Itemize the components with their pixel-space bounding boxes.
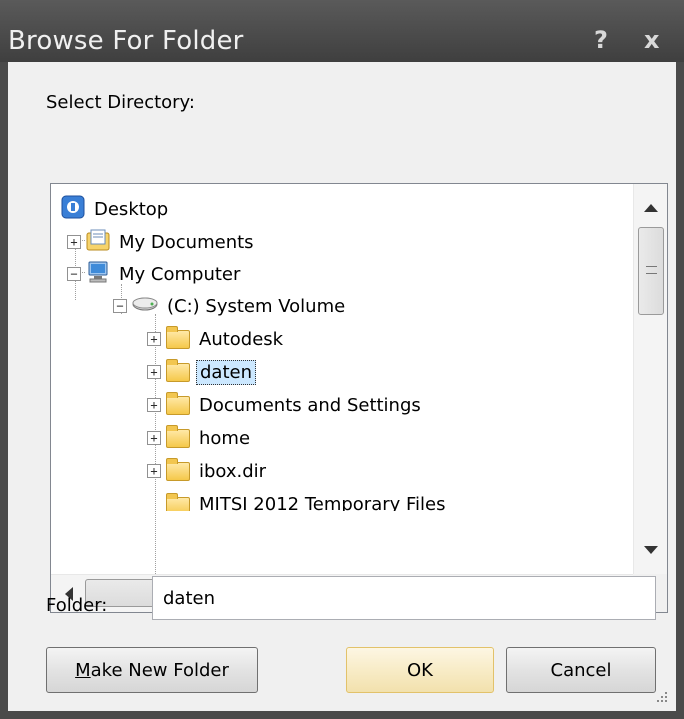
tree-item-label: (C:) System Volume	[167, 295, 346, 317]
tree-item-label: My Computer	[119, 263, 241, 285]
button-label: ake New Folder	[90, 659, 229, 681]
folder-icon	[166, 325, 190, 349]
tree-item-label-selected: daten	[196, 359, 256, 385]
expand-icon[interactable]: +	[147, 332, 161, 346]
drive-icon	[132, 295, 158, 318]
tree-item-label: ibox.dir	[199, 460, 267, 482]
tree-item-autodesk[interactable]: + Autodesk	[147, 324, 286, 354]
vertical-scrollbar[interactable]	[633, 184, 667, 574]
expand-icon[interactable]: +	[147, 365, 161, 379]
expand-icon[interactable]: +	[67, 235, 81, 249]
my-computer-icon	[86, 260, 110, 289]
folder-icon	[166, 391, 190, 415]
tree-item-mitsi-temporary-files[interactable]: + MITSI 2012 Temporary Files	[147, 489, 449, 511]
my-documents-icon	[86, 229, 110, 256]
grip-icon	[646, 266, 657, 274]
folder-label: Folder:	[46, 595, 108, 616]
title-bar[interactable]: Browse For Folder ? x	[0, 0, 684, 62]
folder-tree[interactable]: Desktop + My Documents − My Computer − (…	[50, 183, 668, 613]
dialog-body: Select Directory: Desktop + My Documents…	[8, 62, 676, 711]
tree-item-my-computer[interactable]: − My Computer	[67, 259, 243, 289]
tree-item-ibox-dir[interactable]: + ibox.dir	[147, 456, 269, 486]
desktop-icon	[61, 195, 85, 224]
ok-button[interactable]: OK	[346, 647, 494, 693]
tree-item-label: My Documents	[119, 231, 254, 253]
expand-icon[interactable]: +	[147, 464, 161, 478]
scroll-up-arrow-icon[interactable]	[644, 204, 658, 212]
tree-item-c-drive[interactable]: − (C:) System Volume	[113, 291, 348, 321]
folder-input[interactable]	[152, 576, 656, 620]
help-button[interactable]: ?	[594, 26, 608, 54]
tree-item-label: Documents and Settings	[199, 394, 421, 416]
expand-icon[interactable]: +	[147, 431, 161, 445]
tree-item-documents-and-settings[interactable]: + Documents and Settings	[147, 390, 424, 420]
folder-icon	[166, 424, 190, 448]
vertical-scroll-thumb[interactable]	[638, 227, 664, 315]
make-new-folder-button[interactable]: Make New Folder	[46, 647, 258, 693]
tree-item-my-documents[interactable]: + My Documents	[67, 227, 257, 257]
cancel-button[interactable]: Cancel	[506, 647, 656, 693]
select-directory-label: Select Directory:	[46, 92, 195, 113]
resize-grip-icon[interactable]	[654, 689, 668, 703]
tree-item-daten[interactable]: + daten	[147, 357, 256, 387]
tree-item-label: home	[199, 427, 251, 449]
tree-item-label: Autodesk	[199, 328, 284, 350]
expand-icon[interactable]: +	[147, 398, 161, 412]
scroll-down-arrow-icon[interactable]	[644, 546, 658, 554]
folder-icon	[166, 457, 190, 481]
folder-icon	[166, 493, 190, 511]
tree-item-label: MITSI 2012 Temporary Files	[199, 494, 446, 511]
collapse-icon[interactable]: −	[113, 299, 127, 313]
tree-item-label: Desktop	[94, 198, 169, 220]
dialog-title: Browse For Folder	[8, 26, 244, 56]
open-folder-icon	[166, 358, 190, 382]
mnemonic-letter: M	[75, 659, 91, 681]
collapse-icon[interactable]: −	[67, 267, 81, 281]
tree-item-home[interactable]: + home	[147, 423, 253, 453]
tree-item-desktop[interactable]: Desktop	[61, 194, 171, 224]
close-button[interactable]: x	[644, 26, 659, 54]
browse-for-folder-dialog: Browse For Folder ? x Select Directory: …	[0, 0, 684, 719]
